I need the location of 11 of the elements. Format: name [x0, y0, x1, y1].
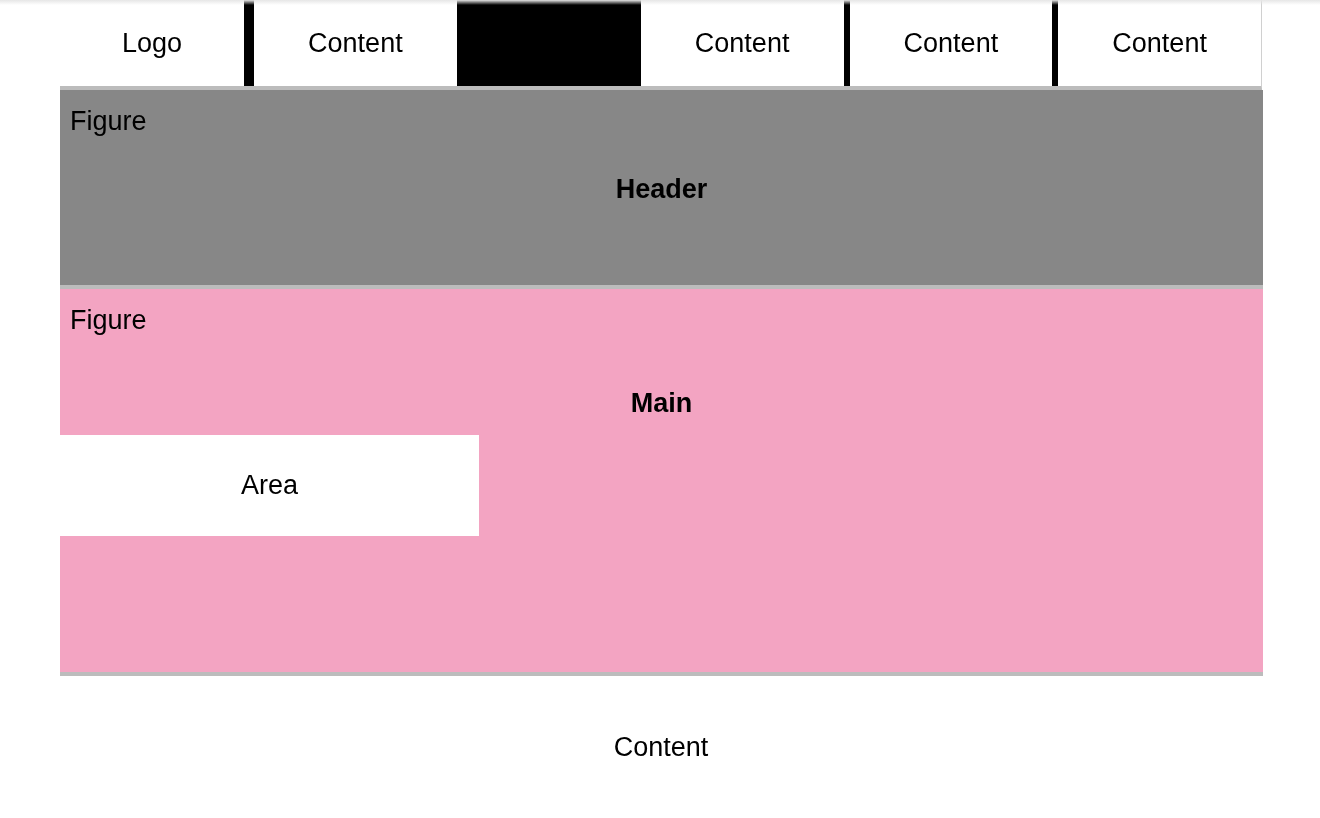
figure-label: Figure — [70, 105, 147, 138]
nav-label: Content — [308, 27, 403, 60]
nav-label: Content — [694, 27, 790, 60]
nav-label: Content — [903, 27, 999, 60]
area-block: Area — [60, 435, 479, 536]
section-title: Main — [630, 387, 693, 420]
figure-label: Figure — [70, 304, 147, 337]
logo-text: Logo — [121, 27, 183, 60]
nav-label: Content — [1112, 27, 1207, 60]
footer-text: Content — [613, 731, 709, 764]
section-title: Header — [615, 173, 708, 206]
